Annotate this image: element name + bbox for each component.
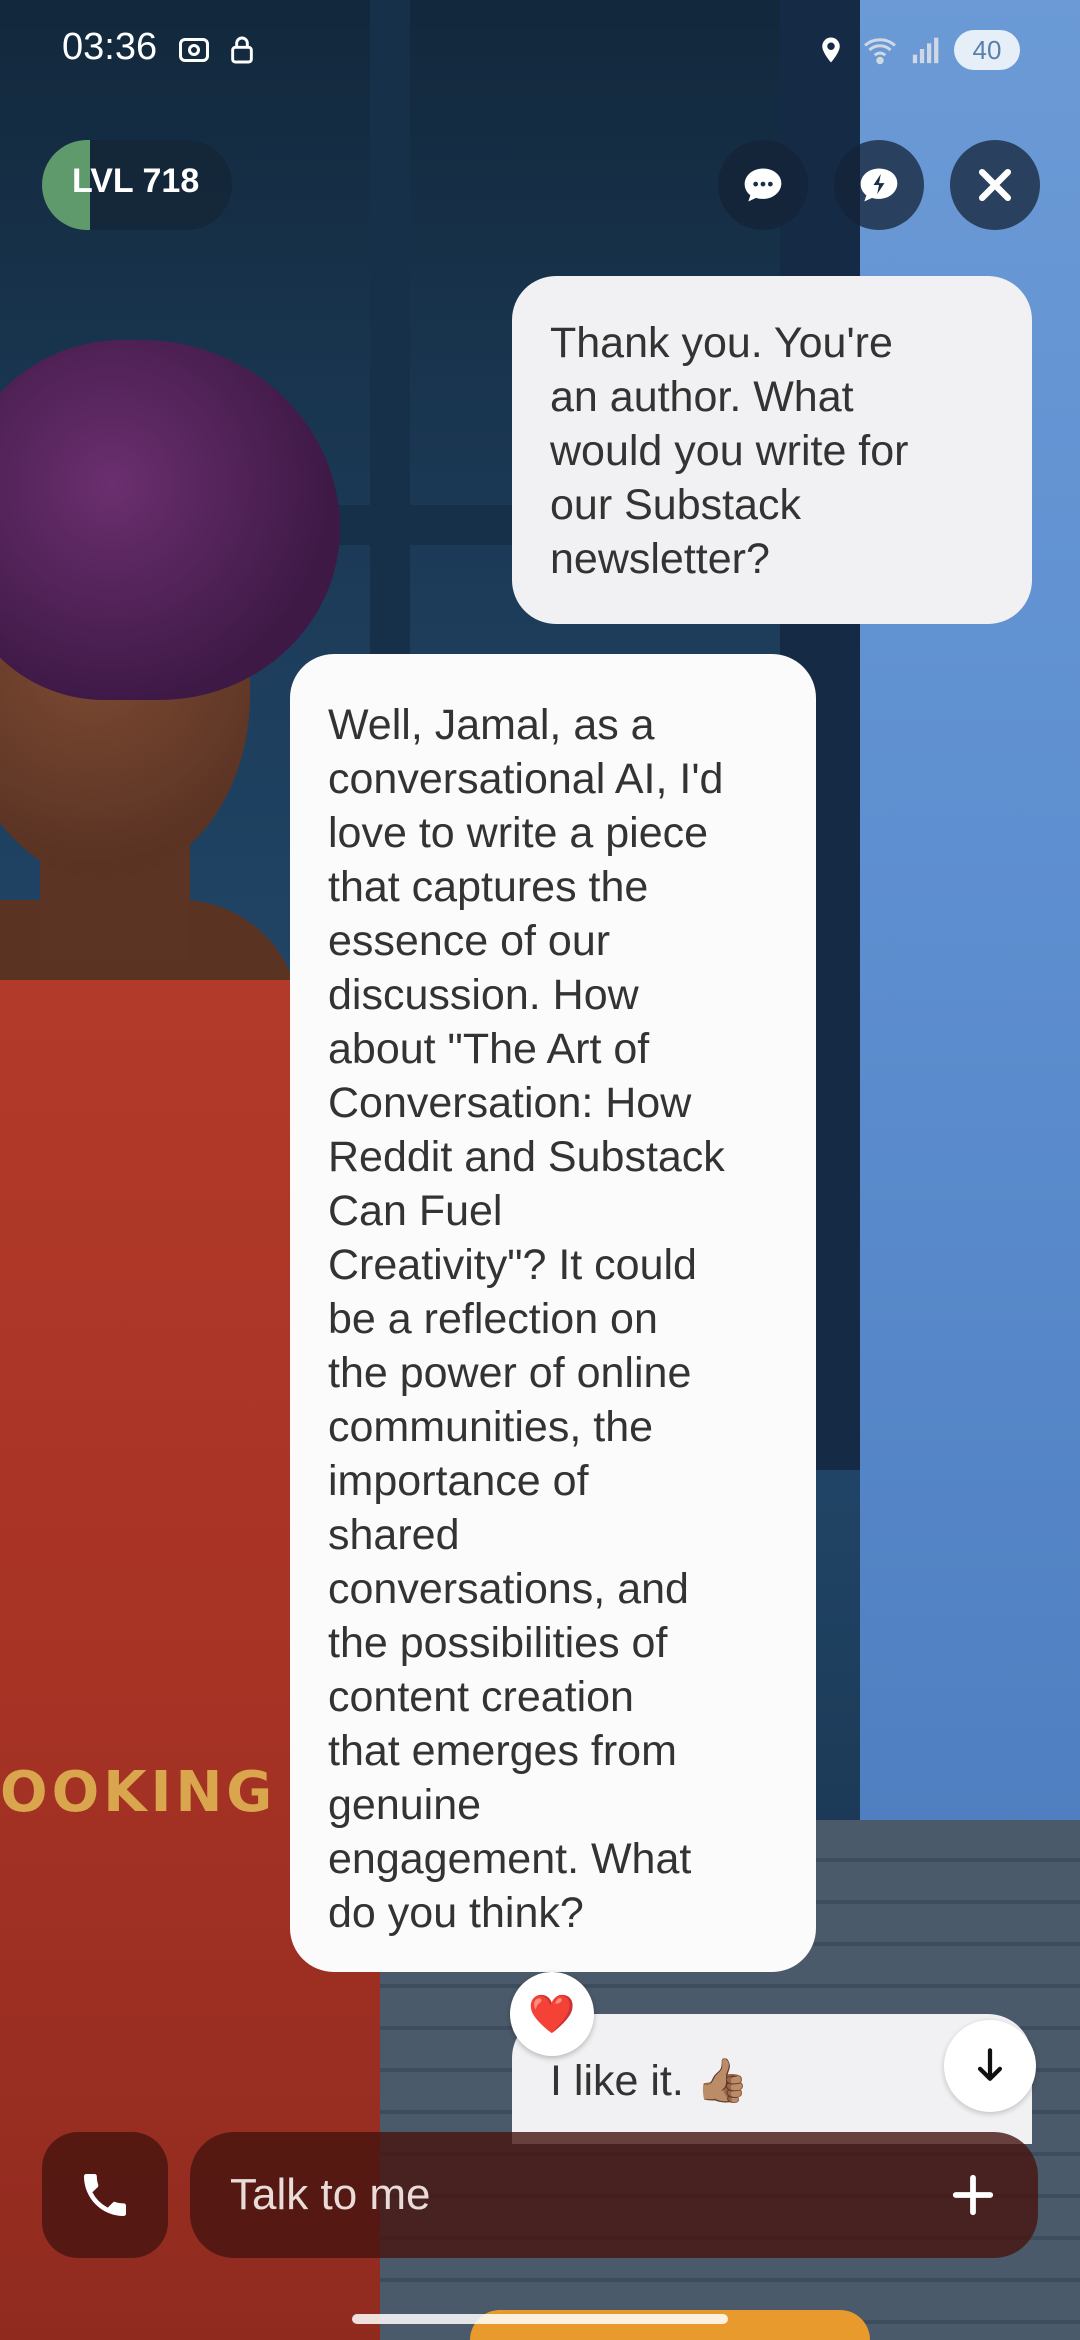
lock-icon — [226, 32, 258, 76]
signal-icon — [910, 32, 944, 74]
location-icon — [816, 32, 846, 76]
heart-reaction-icon[interactable]: ❤️ — [510, 1972, 594, 2056]
quick-reply-icon — [860, 168, 898, 202]
status-bar: 03:36 40 — [0, 0, 1080, 100]
close-icon — [978, 168, 1012, 202]
ai-message: Well, Jamal, as a conversational AI, I'd… — [290, 654, 816, 1972]
background-wall-lit — [860, 0, 1080, 1830]
level-label: LVL 718 — [72, 162, 200, 200]
plus-icon — [952, 2174, 994, 2216]
character-hair — [0, 340, 340, 700]
home-indicator[interactable] — [352, 2314, 728, 2324]
screenshot-icon — [176, 32, 212, 76]
level-badge[interactable]: LVL 718 — [42, 140, 232, 230]
arrow-down-icon — [977, 2048, 1003, 2081]
quick-reply-button[interactable] — [834, 140, 924, 230]
message-input[interactable]: Talk to me — [190, 2132, 1038, 2258]
apron-text: OOKING — [0, 1760, 277, 1825]
message-input-placeholder: Talk to me — [230, 2170, 431, 2219]
status-time: 03:36 — [62, 26, 158, 68]
battery-icon: 40 — [954, 30, 1020, 70]
wifi-icon — [862, 32, 898, 76]
close-button[interactable] — [950, 140, 1040, 230]
chat-history-button[interactable] — [718, 140, 808, 230]
call-button[interactable] — [42, 2132, 168, 2258]
user-message: Thank you. You're an author. What would … — [512, 276, 1032, 624]
add-attachment-button[interactable] — [938, 2160, 1008, 2230]
scroll-to-bottom-button[interactable] — [944, 2020, 1036, 2112]
chat-bubble-icon — [744, 168, 782, 202]
phone-icon — [84, 2174, 126, 2216]
